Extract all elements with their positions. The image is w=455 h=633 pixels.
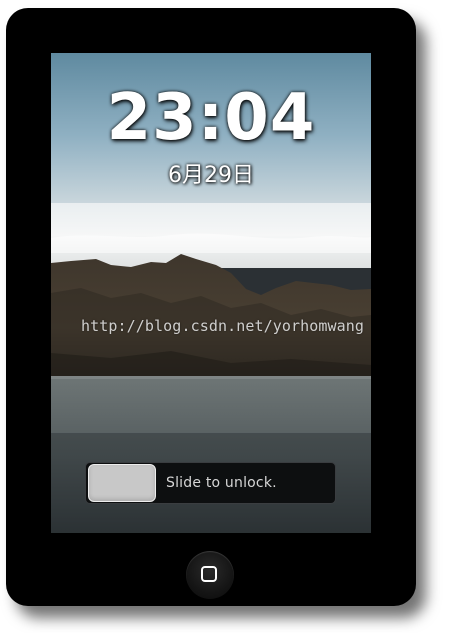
lock-screen: 23:04 6月29日 Slide to unlock. bbox=[51, 53, 371, 533]
slide-to-unlock-track[interactable]: Slide to unlock. bbox=[85, 462, 336, 504]
unlock-slider-handle[interactable] bbox=[88, 464, 156, 502]
home-button[interactable] bbox=[186, 551, 234, 599]
watermark-url: http://blog.csdn.net/yorhomwang bbox=[81, 317, 365, 335]
slide-to-unlock-label: Slide to unlock. bbox=[166, 475, 277, 491]
lockscreen-date: 6月29日 bbox=[168, 163, 254, 188]
home-button-icon bbox=[201, 566, 217, 582]
lockscreen-time: 23:04 bbox=[106, 81, 316, 155]
